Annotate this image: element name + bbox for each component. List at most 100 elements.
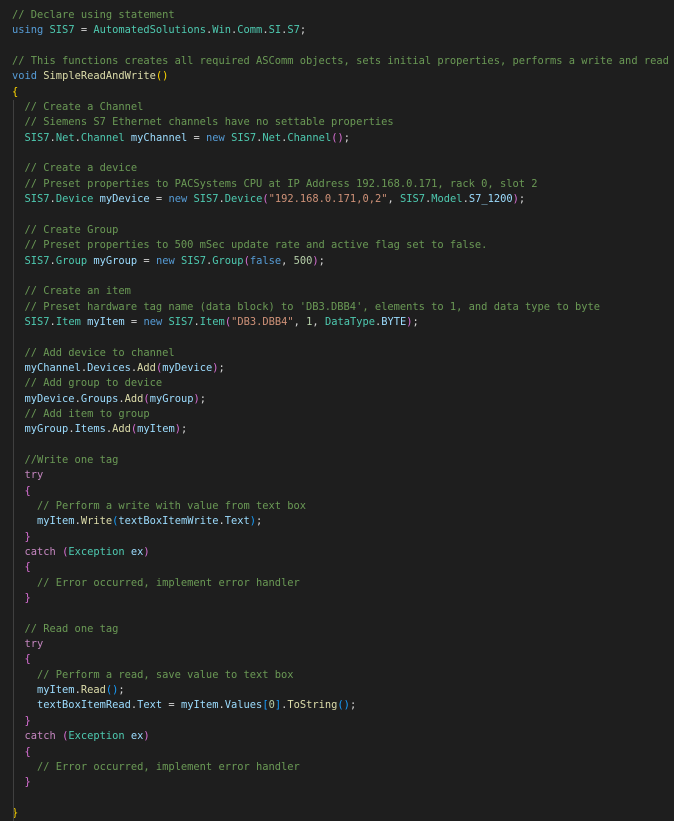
code-token: Add xyxy=(137,361,156,374)
code-line[interactable]: } xyxy=(0,591,674,607)
code-line[interactable]: try xyxy=(0,468,674,484)
code-token: Group xyxy=(212,254,244,267)
code-line[interactable]: SIS7.Item myItem = new SIS7.Item("DB3.DB… xyxy=(0,314,674,331)
code-line[interactable] xyxy=(0,39,674,54)
code-line[interactable]: // Add item to group xyxy=(0,406,674,423)
indent-guide xyxy=(13,360,14,377)
code-token: myDevice xyxy=(162,361,213,374)
code-line[interactable]: // Error occurred, implement error handl… xyxy=(0,759,674,776)
code-token: myItem xyxy=(87,315,125,328)
indent-guide xyxy=(13,146,14,162)
code-line[interactable]: { xyxy=(0,744,674,760)
code-line[interactable]: // Add device to channel xyxy=(0,345,674,361)
code-line[interactable]: // Add group to device xyxy=(0,376,674,392)
code-token: ; xyxy=(118,684,125,697)
code-line[interactable]: { xyxy=(0,560,674,576)
indent-guide xyxy=(13,529,14,546)
code-token: new xyxy=(143,315,163,328)
code-token: = xyxy=(137,254,156,267)
code-token: myChannel xyxy=(24,361,81,374)
indent-guide xyxy=(13,790,14,806)
code-line[interactable]: // Siemens S7 Ethernet channels have no … xyxy=(0,115,674,131)
code-token: Model xyxy=(431,193,463,206)
code-token: catch xyxy=(24,546,56,559)
code-line[interactable] xyxy=(0,146,674,162)
indent-guide xyxy=(13,299,14,315)
code-token: myItem xyxy=(37,515,75,528)
indent-guide xyxy=(13,222,14,239)
indent-guide xyxy=(13,238,14,254)
code-line[interactable] xyxy=(0,268,674,285)
code-line[interactable]: // Preset hardware tag name (data block)… xyxy=(0,299,674,315)
code-line[interactable]: } xyxy=(0,713,674,730)
code-line[interactable]: // Declare using statement xyxy=(0,8,674,23)
code-line[interactable]: // Preset properties to PACSystems CPU a… xyxy=(0,176,674,193)
code-line[interactable]: //Write one tag xyxy=(0,452,674,469)
code-token: // Preset hardware tag name (data block)… xyxy=(24,300,601,313)
code-line[interactable]: // Perform a read, save value to text bo… xyxy=(0,667,674,684)
indent-guide xyxy=(13,759,14,776)
code-token: // Create Group xyxy=(24,223,119,236)
code-token: SIS7 xyxy=(24,131,50,144)
code-line[interactable] xyxy=(0,437,674,453)
code-line[interactable]: // Create a Channel xyxy=(0,100,674,116)
code-line[interactable]: myItem.Read(); xyxy=(0,683,674,699)
code-line[interactable] xyxy=(0,606,674,622)
code-line[interactable]: SIS7.Device myDevice = new SIS7.Device("… xyxy=(0,192,674,208)
code-line[interactable]: catch (Exception ex) xyxy=(0,729,674,745)
code-token: // Add item to group xyxy=(24,407,150,420)
code-line[interactable]: // Perform a write with value from text … xyxy=(0,499,674,515)
indent-guide xyxy=(13,775,14,791)
code-line[interactable] xyxy=(0,330,674,346)
code-line[interactable]: void SimpleReadAndWrite() xyxy=(0,69,674,84)
code-line[interactable]: } xyxy=(0,775,674,791)
code-token: SI xyxy=(268,24,282,37)
code-editor[interactable]: // Declare using statement using SIS7 = A… xyxy=(0,0,674,821)
code-line[interactable]: using SIS7 = AutomatedSolutions.Win.Comm… xyxy=(0,23,674,38)
indent-guide xyxy=(13,176,14,193)
code-line[interactable]: catch (Exception ex) xyxy=(0,545,674,561)
code-token: = xyxy=(74,24,94,37)
code-line[interactable]: // Preset properties to 500 mSec update … xyxy=(0,238,674,254)
code-line[interactable]: { xyxy=(0,652,674,668)
indent-guide xyxy=(13,452,14,469)
code-line[interactable]: // Read one tag xyxy=(0,621,674,638)
code-token: SimpleReadAndWrite xyxy=(43,70,156,83)
code-token: SIS7 xyxy=(193,193,219,206)
code-token: () xyxy=(105,684,119,697)
code-token: // Declare using statement xyxy=(12,9,175,21)
code-line[interactable]: // Error occurred, implement error handl… xyxy=(0,575,674,592)
code-token: Write xyxy=(80,515,113,528)
code-line[interactable]: // Create a device xyxy=(0,161,674,177)
indent-guide xyxy=(13,514,14,530)
code-line[interactable] xyxy=(0,207,674,223)
code-line[interactable]: // Create an item xyxy=(0,284,674,300)
code-token: DataType xyxy=(324,315,375,328)
code-line[interactable]: try xyxy=(0,637,674,653)
code-line[interactable]: { xyxy=(0,483,674,499)
code-line[interactable]: // Create Group xyxy=(0,222,674,239)
code-line[interactable]: // This functions creates all required A… xyxy=(0,54,674,69)
code-token: textBoxItemRead xyxy=(37,699,131,712)
indent-guide xyxy=(13,345,14,361)
code-token: = xyxy=(162,699,181,712)
code-line[interactable] xyxy=(0,790,674,806)
code-line[interactable]: myChannel.Devices.Add(myDevice); xyxy=(0,360,674,377)
code-line[interactable]: SIS7.Group myGroup = new SIS7.Group(fals… xyxy=(0,253,674,269)
indent-guide xyxy=(13,729,14,745)
code-token: // Add group to device xyxy=(24,377,163,390)
code-token: // Create a device xyxy=(24,162,138,175)
code-token: , xyxy=(312,315,325,328)
code-line[interactable]: SIS7.Net.Channel myChannel = new SIS7.Ne… xyxy=(0,130,674,147)
code-token: // This functions creates all required A… xyxy=(12,55,669,68)
code-line[interactable]: myDevice.Groups.Add(myGroup); xyxy=(0,391,674,407)
code-line[interactable]: textBoxItemRead.Text = myItem.Values[0].… xyxy=(0,698,674,714)
code-token: // Add device to channel xyxy=(24,346,175,359)
indent-guide xyxy=(13,376,14,392)
code-token: // Error occurred, implement error handl… xyxy=(37,576,300,589)
code-token: catch xyxy=(24,730,56,743)
code-line[interactable]: } xyxy=(0,529,674,546)
code-line[interactable]: myGroup.Items.Add(myItem); xyxy=(0,422,674,438)
code-line[interactable]: myItem.Write(textBoxItemWrite.Text); xyxy=(0,514,674,530)
code-line[interactable]: { xyxy=(0,85,674,100)
